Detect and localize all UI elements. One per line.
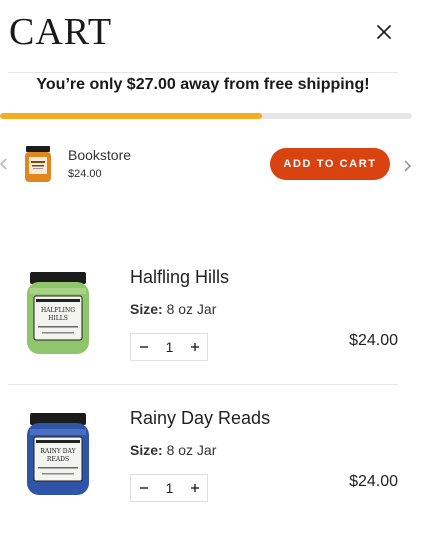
svg-text:HILLS: HILLS (48, 315, 68, 322)
quantity-stepper: 1 (130, 474, 208, 502)
decrease-quantity-button[interactable] (131, 475, 157, 501)
product-variant: Size: 8 oz Jar (130, 442, 216, 458)
svg-text:RAINY DAY: RAINY DAY (40, 448, 76, 455)
carousel-prev-button[interactable] (0, 156, 8, 172)
svg-text:HALFLING: HALFLING (41, 307, 75, 314)
upsell-product-name[interactable]: Bookstore (68, 147, 131, 163)
product-name[interactable]: Rainy Day Reads (130, 408, 270, 429)
header-divider (8, 72, 398, 73)
minus-icon (140, 487, 148, 489)
product-image[interactable]: HALFLING HILLS (24, 268, 92, 358)
shipping-progress-fill (0, 113, 262, 119)
product-variant: Size: 8 oz Jar (130, 301, 216, 317)
shipping-progress-bar (0, 113, 412, 119)
close-button[interactable] (374, 22, 394, 42)
cart-title: CART (9, 11, 113, 53)
product-name[interactable]: Halfling Hills (130, 267, 229, 288)
product-price: $24.00 (349, 332, 398, 349)
quantity-input[interactable]: 1 (157, 334, 182, 360)
size-label: Size: (130, 301, 163, 317)
close-icon (377, 25, 391, 39)
plus-icon (191, 343, 199, 351)
upsell-carousel: Bookstore $24.00 ADD TO CART (0, 136, 425, 196)
candle-jar-icon: RAINY DAY READS (27, 413, 89, 495)
upsell-product-image[interactable] (22, 144, 54, 184)
increase-quantity-button[interactable] (182, 475, 208, 501)
cart-header: CART (0, 0, 425, 72)
free-shipping-message: You’re only $27.00 away from free shippi… (36, 76, 370, 93)
item-divider (8, 384, 398, 385)
quantity-input[interactable]: 1 (157, 475, 182, 501)
increase-quantity-button[interactable] (182, 334, 208, 360)
decrease-quantity-button[interactable] (131, 334, 157, 360)
size-label: Size: (130, 442, 163, 458)
chevron-right-icon (404, 160, 412, 172)
carousel-next-button[interactable] (402, 158, 412, 174)
quantity-stepper: 1 (130, 333, 208, 361)
product-image[interactable]: RAINY DAY READS (24, 409, 92, 499)
size-value: 8 oz Jar (166, 442, 217, 458)
size-value: 8 oz Jar (166, 301, 217, 317)
upsell-product-price: $24.00 (68, 168, 102, 180)
candle-jar-icon (25, 146, 51, 182)
minus-icon (140, 346, 148, 348)
plus-icon (191, 484, 199, 492)
candle-jar-icon: HALFLING HILLS (27, 272, 89, 354)
add-to-cart-button[interactable]: ADD TO CART (270, 148, 390, 180)
svg-text:READS: READS (47, 456, 69, 463)
product-price: $24.00 (349, 473, 398, 490)
chevron-left-icon (0, 158, 7, 170)
